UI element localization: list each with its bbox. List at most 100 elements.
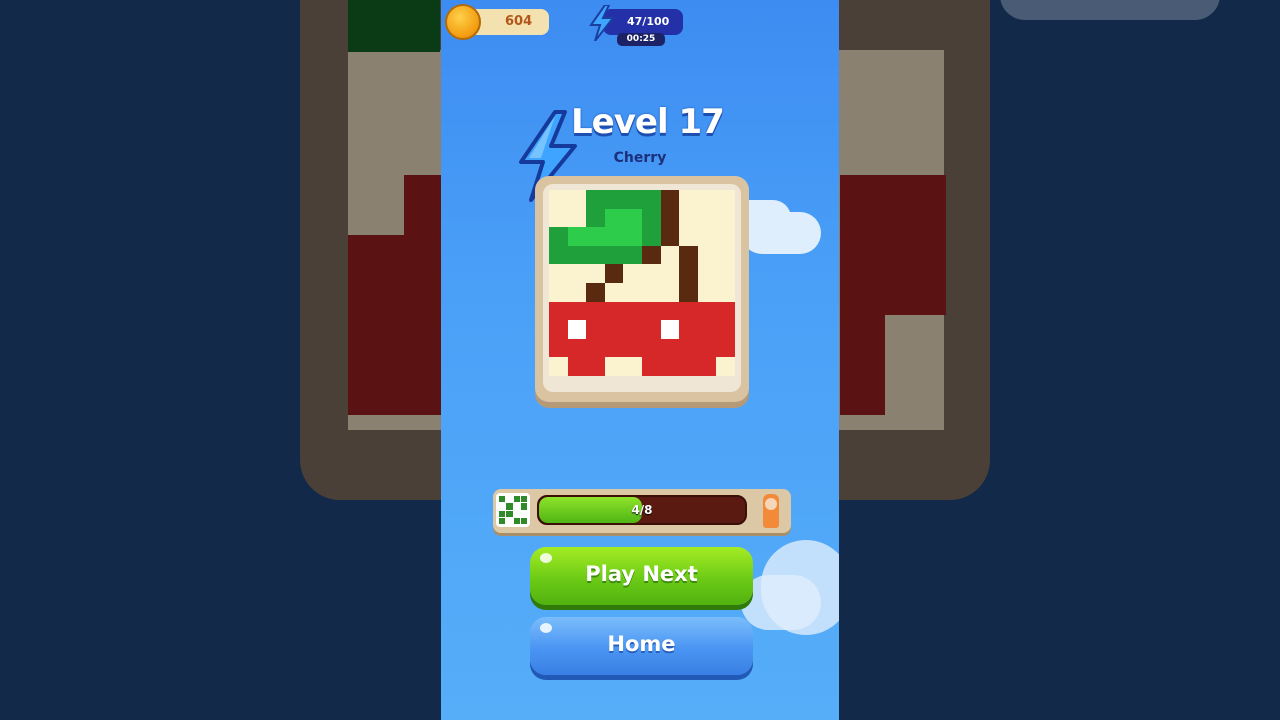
pixel-cell bbox=[642, 301, 661, 321]
pixel-cell bbox=[549, 264, 568, 283]
level-name: Cherry bbox=[613, 150, 667, 166]
pixel-cell bbox=[604, 301, 624, 321]
level-title: Level 17 bbox=[571, 102, 725, 142]
pixel-cell bbox=[567, 245, 587, 265]
pixel-cell bbox=[586, 338, 605, 358]
pixel-cell bbox=[549, 283, 568, 302]
pixel-cell bbox=[679, 245, 698, 265]
pixel-cell bbox=[604, 227, 624, 246]
pixel-cell bbox=[567, 227, 587, 246]
backdrop-cloud bbox=[1000, 0, 1220, 20]
pixel-cell bbox=[697, 227, 717, 246]
home-button[interactable]: Home bbox=[530, 617, 753, 675]
pixel-cell bbox=[642, 283, 661, 302]
pixel-cell bbox=[586, 208, 605, 228]
pixel-cell bbox=[642, 245, 661, 265]
pixel-cell bbox=[623, 227, 642, 246]
pixel-cell bbox=[679, 283, 698, 302]
pixel-cell bbox=[697, 320, 717, 339]
coin-icon bbox=[445, 4, 481, 40]
pixel-cell bbox=[549, 301, 568, 321]
pixel-cell bbox=[716, 208, 735, 228]
pixel-cell bbox=[642, 338, 661, 358]
pixel-cell bbox=[567, 190, 587, 209]
play-next-button[interactable]: Play Next bbox=[530, 547, 753, 605]
pixel-cell bbox=[697, 301, 717, 321]
pixel-cell bbox=[623, 208, 642, 228]
pixel-cell bbox=[623, 245, 642, 265]
play-next-label: Play Next bbox=[585, 562, 698, 586]
pixel-cell bbox=[660, 338, 680, 358]
pixel-cell bbox=[567, 283, 587, 302]
pixel-cell bbox=[567, 208, 587, 228]
pixel-cell bbox=[660, 190, 680, 209]
pixel-cell bbox=[716, 320, 735, 339]
pixel-cell bbox=[623, 190, 642, 209]
pixel-cell bbox=[642, 227, 661, 246]
pixel-cell bbox=[697, 338, 717, 358]
pixel-cell bbox=[604, 190, 624, 209]
pixel-cell bbox=[660, 357, 680, 376]
pixel-cell bbox=[549, 208, 568, 228]
pixel-cell bbox=[604, 264, 624, 283]
backdrop-cell bbox=[840, 315, 885, 415]
pixel-cell bbox=[549, 320, 568, 339]
pixel-cell bbox=[716, 283, 735, 302]
pixel-cell bbox=[660, 320, 680, 339]
pixel-cell bbox=[660, 245, 680, 265]
pixel-cell bbox=[549, 227, 568, 246]
pixel-cell bbox=[623, 357, 642, 376]
backdrop-cell bbox=[348, 0, 440, 52]
pixel-cell bbox=[679, 227, 698, 246]
pixel-cell bbox=[679, 357, 698, 376]
pixel-cell bbox=[604, 208, 624, 228]
pixel-cell bbox=[716, 245, 735, 265]
pixel-cell bbox=[679, 190, 698, 209]
pixel-cell bbox=[679, 320, 698, 339]
pixel-cell bbox=[697, 283, 717, 302]
pixel-cell bbox=[697, 357, 717, 376]
backdrop-cell bbox=[840, 175, 946, 315]
pixel-cell bbox=[604, 283, 624, 302]
pixel-cell bbox=[697, 208, 717, 228]
pixel-cell bbox=[697, 245, 717, 265]
puzzle-pixel-art bbox=[549, 190, 735, 376]
pixel-cell bbox=[586, 190, 605, 209]
pixel-cell bbox=[586, 283, 605, 302]
button-shine bbox=[540, 553, 552, 563]
pixel-cell bbox=[549, 245, 568, 265]
pixel-cell bbox=[716, 190, 735, 209]
home-label: Home bbox=[607, 632, 676, 656]
energy-timer: 00:25 bbox=[617, 33, 665, 46]
pixel-cell bbox=[567, 338, 587, 358]
pixel-cell bbox=[642, 208, 661, 228]
backdrop-cell bbox=[348, 235, 440, 415]
collection-progress: 4/8 bbox=[493, 489, 791, 533]
pixel-cell bbox=[586, 245, 605, 265]
pixel-cell bbox=[604, 357, 624, 376]
pixel-cell bbox=[642, 320, 661, 339]
pixel-cell bbox=[660, 227, 680, 246]
pixel-cell bbox=[660, 283, 680, 302]
pixel-cell bbox=[586, 301, 605, 321]
reward-character-icon bbox=[763, 494, 779, 528]
pixel-cell bbox=[679, 301, 698, 321]
pixel-cell bbox=[642, 264, 661, 283]
progress-label: 4/8 bbox=[631, 503, 653, 517]
pixel-cell bbox=[549, 190, 568, 209]
pixel-cell bbox=[549, 357, 568, 376]
pixel-cell bbox=[642, 190, 661, 209]
pixel-cell bbox=[716, 357, 735, 376]
pixel-cell bbox=[660, 301, 680, 321]
lightning-bolt-icon bbox=[589, 5, 616, 41]
pixel-cell bbox=[623, 338, 642, 358]
puzzle-preview-frame bbox=[535, 176, 749, 402]
pixel-cell bbox=[716, 227, 735, 246]
pixel-cell bbox=[697, 264, 717, 283]
pixel-cell bbox=[567, 264, 587, 283]
pixel-cell bbox=[586, 227, 605, 246]
button-shine bbox=[540, 623, 552, 633]
pixel-cell bbox=[679, 338, 698, 358]
pixel-cell bbox=[567, 357, 587, 376]
pixel-cell bbox=[567, 320, 587, 339]
